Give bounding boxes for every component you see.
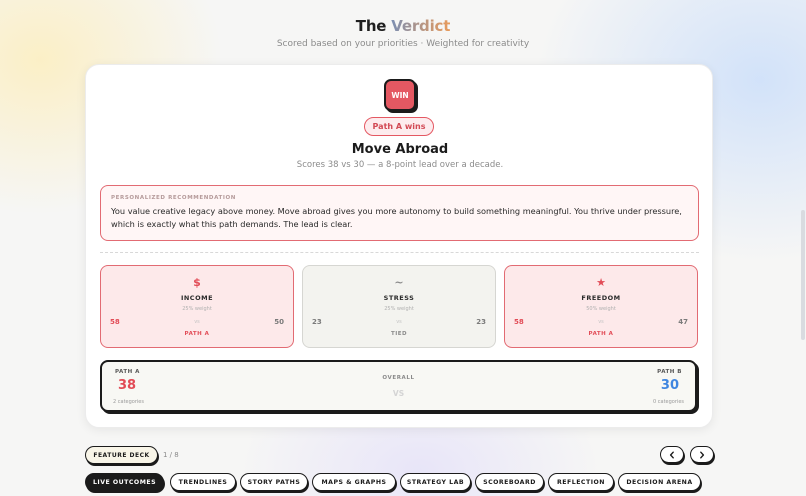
path-b-categories: 0 categories <box>653 399 684 405</box>
page-subtitle: Scored based on your priorities · Weight… <box>276 39 530 49</box>
winner-path-pill: Path A wins <box>364 117 434 136</box>
recommendation-label: PERSONALIZED RECOMMENDATION <box>111 195 236 201</box>
category-vs: vs <box>598 319 604 325</box>
score-path-b: 23 <box>476 318 486 326</box>
category-name: STRESS <box>383 294 415 302</box>
tab-reflection[interactable]: REFLECTION <box>548 473 614 491</box>
verdict-card: WIN Path A wins Move Abroad Scores 38 vs… <box>85 64 713 428</box>
score-path-b: 47 <box>678 318 688 326</box>
score-path-a: 23 <box>312 318 322 326</box>
recommendation-text: You value creative legacy above money. M… <box>111 206 682 229</box>
tab-live-outcomes[interactable]: LIVE OUTCOMES <box>85 473 164 491</box>
tab-maps-graphs[interactable]: MAPS & GRAPHS <box>312 473 396 491</box>
chevron-right-icon <box>700 451 705 458</box>
category-card-freedom[interactable]: ★ FREEDOM 50% weight vs 58 47 PATH A <box>504 265 698 348</box>
tab-scoreboard[interactable]: SCOREBOARD <box>475 473 544 491</box>
wave-icon: ~ <box>394 276 404 289</box>
dashed-divider <box>100 252 699 253</box>
tab-story-paths[interactable]: STORY PATHS <box>240 473 308 491</box>
overall-vs: VS <box>392 389 405 398</box>
category-name: INCOME <box>180 294 214 302</box>
category-result: PATH A <box>588 331 614 337</box>
overall-label: OVERALL <box>382 375 415 381</box>
winner-name: Move Abroad <box>351 142 449 157</box>
feature-deck-button[interactable]: FEATURE DECK <box>85 446 158 464</box>
overall-score-panel: PATH A 38 2 categories OVERALL VS PATH B… <box>100 360 697 412</box>
prev-button[interactable] <box>660 446 684 463</box>
next-button[interactable] <box>690 446 714 463</box>
category-result: PATH A <box>184 331 210 337</box>
path-b-label: PATH B <box>657 369 682 375</box>
category-name: FREEDOM <box>581 294 621 302</box>
score-path-b: 50 <box>274 318 284 326</box>
category-weight: 25% weight <box>182 306 212 312</box>
win-badge: WIN <box>384 79 416 111</box>
category-vs: vs <box>396 319 402 325</box>
category-result: TIED <box>390 331 408 337</box>
page-title: The Verdict <box>355 17 451 35</box>
dollar-icon: $ <box>193 276 201 289</box>
category-card-income[interactable]: $ INCOME 25% weight vs 58 50 PATH A <box>100 265 294 348</box>
tab-trendlines[interactable]: TRENDLINES <box>170 473 236 491</box>
score-summary: Scores 38 vs 30 — a 8-point lead over a … <box>296 160 504 170</box>
deck-page-count: 1 / 8 <box>163 451 179 459</box>
scrollbar[interactable] <box>801 210 805 340</box>
category-vs: vs <box>194 319 200 325</box>
category-weight: 25% weight <box>384 306 414 312</box>
score-path-a: 58 <box>514 318 524 326</box>
tab-strategy-lab[interactable]: STRATEGY LAB <box>400 473 471 491</box>
path-a-categories: 2 categories <box>113 399 144 405</box>
chevron-left-icon <box>669 451 674 458</box>
feature-tabs: LIVE OUTCOMES TRENDLINES STORY PATHS MAP… <box>85 473 806 495</box>
recommendation-box: PERSONALIZED RECOMMENDATION You value cr… <box>100 185 699 241</box>
tab-decision-arena[interactable]: DECISION ARENA <box>618 473 701 491</box>
category-card-stress[interactable]: ~ STRESS 25% weight vs 23 23 TIED <box>302 265 496 348</box>
score-path-a: 58 <box>110 318 120 326</box>
star-icon: ★ <box>596 276 606 289</box>
category-weight: 50% weight <box>586 306 616 312</box>
path-b-score: 30 <box>660 378 679 393</box>
